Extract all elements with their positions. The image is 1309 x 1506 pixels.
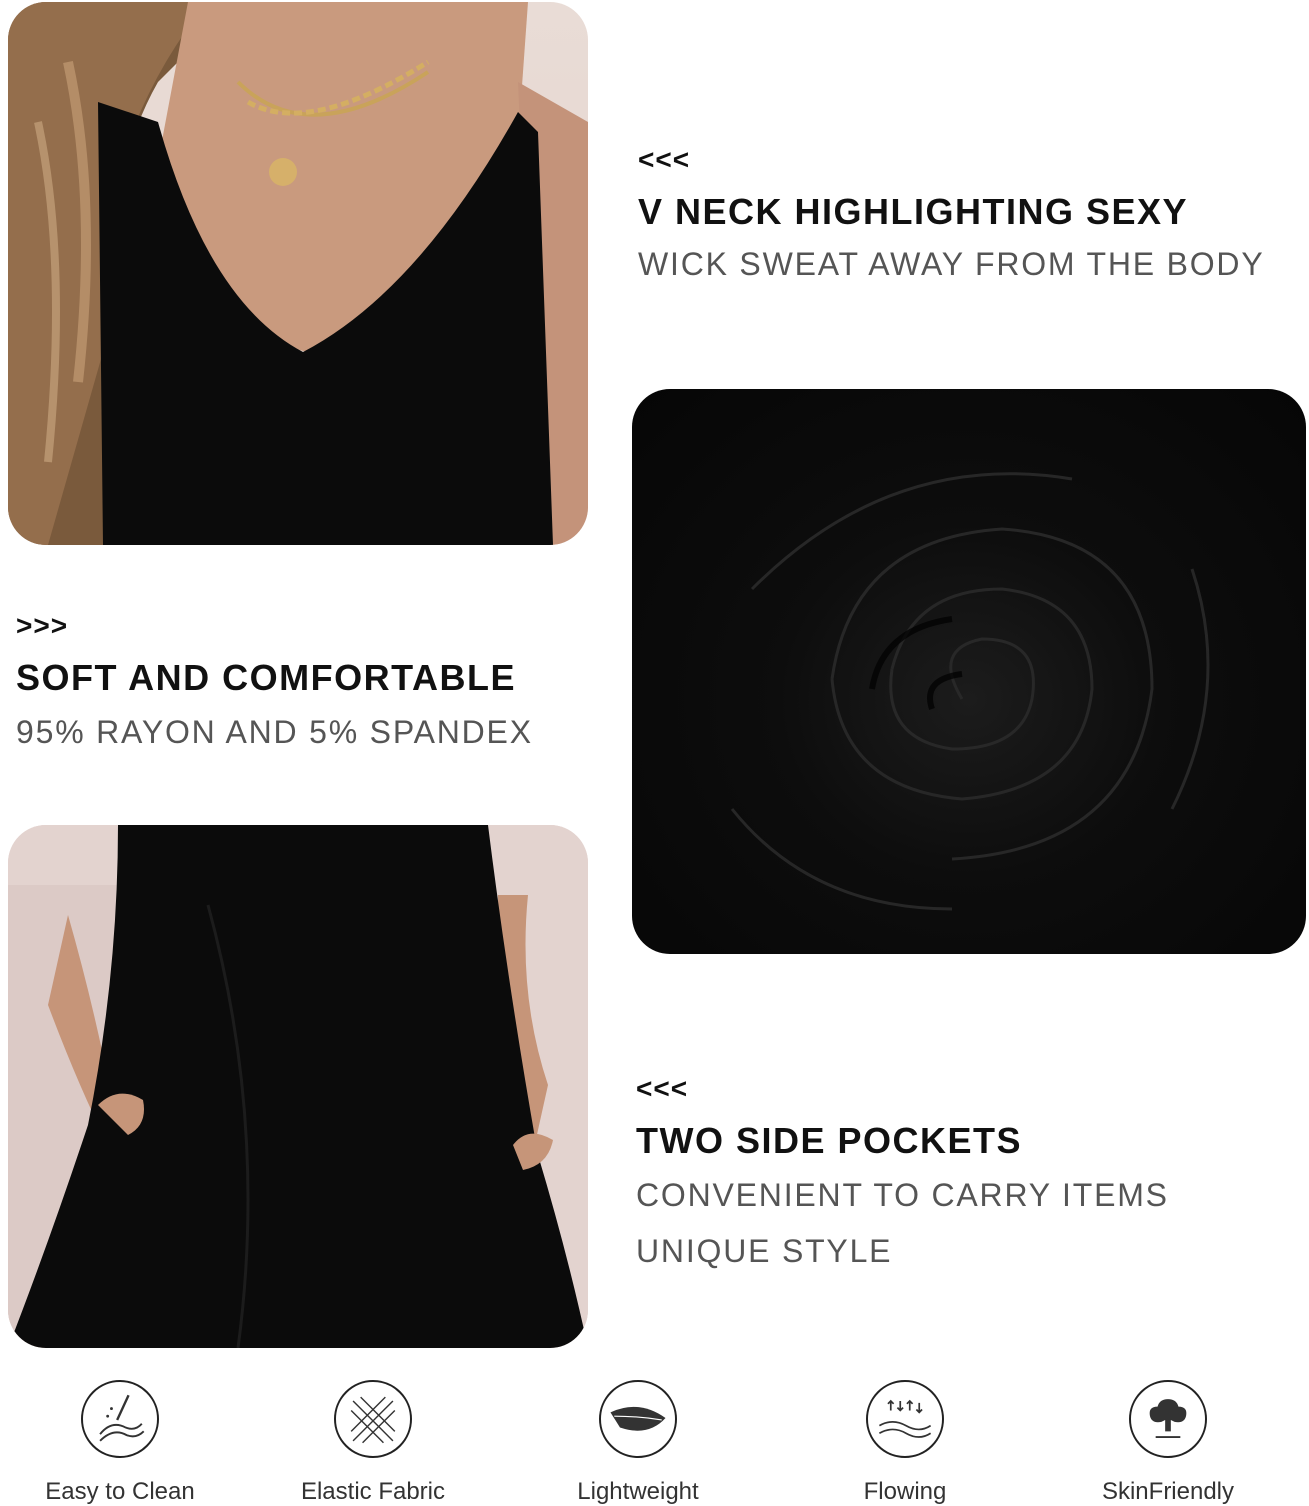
left-arrows: <<< <box>638 144 691 175</box>
feature-easy-to-clean: Easy to Clean <box>10 1380 230 1506</box>
elastic-fabric-icon <box>334 1380 412 1458</box>
pockets-section: <<< TWO SIDE POCKETS CONVENIENT TO CARRY… <box>636 1073 1169 1269</box>
feather-icon <box>599 1380 677 1458</box>
feature-skin-friendly: SkinFriendly <box>1058 1380 1278 1506</box>
feature-label: Elastic Fabric <box>300 1478 446 1505</box>
tree-icon <box>1129 1380 1207 1458</box>
v-neck-heading: V NECK HIGHLIGHTING SEXY <box>638 191 1189 232</box>
soft-subtext: 95% RAYON AND 5% SPANDEX <box>16 714 533 750</box>
feature-flowing: Flowing <box>795 1380 1015 1506</box>
v-neck-photo <box>8 2 588 545</box>
side-pockets-photo <box>8 825 588 1348</box>
soft-heading: SOFT AND COMFORTABLE <box>16 657 516 698</box>
side-pockets-illustration <box>8 825 588 1348</box>
v-neck-illustration <box>8 2 588 545</box>
feature-label: Flowing <box>863 1478 947 1505</box>
flowing-icon <box>866 1380 944 1458</box>
feature-lightweight: Lightweight <box>528 1380 748 1506</box>
fabric-closeup-photo <box>632 389 1306 954</box>
pockets-subtext-2: UNIQUE STYLE <box>636 1233 893 1269</box>
right-arrows: >>> <box>16 610 69 641</box>
left-arrows: <<< <box>636 1073 689 1104</box>
feature-label: Lightweight <box>577 1478 699 1505</box>
soft-section: >>> SOFT AND COMFORTABLE 95% RAYON AND 5… <box>16 610 533 750</box>
feature-label: Easy to Clean <box>45 1478 195 1505</box>
pockets-subtext-1: CONVENIENT TO CARRY ITEMS <box>636 1177 1169 1213</box>
feature-label: SkinFriendly <box>1101 1478 1235 1505</box>
v-neck-section: <<< V NECK HIGHLIGHTING SEXY WICK SWEAT … <box>638 144 1265 282</box>
v-neck-subtext: WICK SWEAT AWAY FROM THE BODY <box>638 246 1265 282</box>
feature-elastic-fabric: Elastic Fabric <box>263 1380 483 1506</box>
fabric-swirl-illustration <box>730 472 1210 911</box>
pockets-heading: TWO SIDE POCKETS <box>636 1120 1023 1161</box>
easy-clean-icon <box>81 1380 159 1458</box>
